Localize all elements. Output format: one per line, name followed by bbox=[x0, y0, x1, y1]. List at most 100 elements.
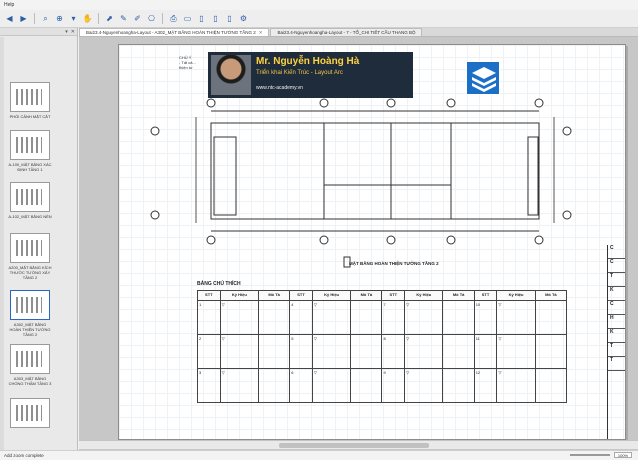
zoom-level[interactable]: 100% bbox=[614, 452, 632, 458]
table-row: 1 ▽ 4 ▽ 7 ▽ 10 ▽ bbox=[197, 300, 568, 335]
tab-label: Bai23.4-Nguyenhoangha-Layout - A302_MẶT … bbox=[86, 30, 256, 35]
cell-desc bbox=[534, 334, 568, 369]
title-block-cell: T bbox=[608, 273, 625, 287]
thumbnail-image bbox=[10, 290, 50, 320]
legend-grid: STT Ký Hiệu Mô Tả STT Ký Hiệu Mô Tả STT … bbox=[197, 290, 568, 403]
col-header: Mô Tả bbox=[350, 290, 383, 301]
cell-symbol: ▽ bbox=[404, 368, 444, 403]
cell-symbol: ▽ bbox=[219, 300, 260, 335]
table-row: 2 ▽ 5 ▽ 8 ▽ 11 ▽ bbox=[197, 334, 568, 369]
thumbnail-5[interactable]: A302_MẶT BẰNG HOÀN THIỆN TƯỜNG TẦNG 2 bbox=[8, 290, 52, 337]
col-header: STT bbox=[197, 290, 221, 301]
toolbar-separator bbox=[98, 13, 99, 24]
cell-desc bbox=[350, 334, 383, 369]
title-block-cell: C bbox=[608, 301, 625, 315]
cell-stt: 1 bbox=[197, 300, 221, 335]
sheet-icon[interactable]: ▯ bbox=[224, 13, 235, 24]
cell-desc bbox=[258, 334, 291, 369]
sheet-icon[interactable]: ▯ bbox=[210, 13, 221, 24]
zoom-slider[interactable] bbox=[570, 453, 610, 456]
cell-symbol: ▽ bbox=[311, 334, 352, 369]
stamp-icon[interactable]: ⎔ bbox=[146, 13, 157, 24]
legend-table: BẢNG CHÚ THÍCH STT Ký Hiệu Mô Tả STT Ký … bbox=[197, 281, 568, 433]
col-header: STT bbox=[381, 290, 406, 301]
col-header: Ký Hiệu bbox=[219, 290, 260, 301]
cell-stt: 9 bbox=[381, 368, 406, 403]
scroll-thumb[interactable] bbox=[279, 443, 429, 448]
table-header-row: STT Ký Hiệu Mô Tả STT Ký Hiệu Mô Tả STT … bbox=[197, 290, 568, 301]
pane-header: ▾ ✕ bbox=[0, 28, 77, 36]
cell-stt: 3 bbox=[197, 368, 221, 403]
cell-desc bbox=[350, 300, 383, 335]
cell-stt: 2 bbox=[197, 334, 221, 369]
col-header: Mô Tả bbox=[534, 290, 568, 301]
cell-symbol: ▽ bbox=[219, 334, 260, 369]
status-right: 100% bbox=[570, 451, 632, 458]
hand-icon[interactable]: ✋ bbox=[82, 13, 93, 24]
thumbnail-3[interactable]: A-102_MẶT BẰNG NỀN bbox=[8, 182, 52, 219]
back-icon[interactable]: ◀ bbox=[4, 13, 15, 24]
title-block-cell: C bbox=[608, 245, 625, 259]
toolbar-separator bbox=[162, 13, 163, 24]
title-block-cell: H bbox=[608, 315, 625, 329]
title-block-cell: K bbox=[608, 329, 625, 343]
title-block-cell: T bbox=[608, 357, 625, 371]
tab-layout-a302[interactable]: Bai23.4-Nguyenhoangha-Layout - A302_MẶT … bbox=[79, 28, 270, 36]
table-row: 3 ▽ 6 ▽ 9 ▽ 12 ▽ bbox=[197, 368, 568, 403]
thumbnail-caption: PHỐI CẢNH MẶT CẮT bbox=[9, 114, 51, 119]
tab-label: Bai23.4-Nguyenhoangha-Layout - 7 - TỔ_CH… bbox=[277, 30, 416, 35]
print-icon[interactable]: ⎙ bbox=[168, 13, 179, 24]
thumbnail-2[interactable]: A-100_MẶT BẰNG XÁC ĐỊNH TẦNG 1 bbox=[8, 130, 52, 172]
cell-stt: 10 bbox=[473, 300, 498, 335]
pane-scrollbar[interactable] bbox=[0, 37, 4, 452]
cell-stt: 12 bbox=[473, 368, 498, 403]
new-sheet-icon[interactable]: ▭ bbox=[182, 13, 193, 24]
cell-desc bbox=[534, 300, 568, 335]
thumbnail-image bbox=[10, 233, 50, 263]
col-header: Ký Hiệu bbox=[496, 290, 536, 301]
pen-icon[interactable]: ✎ bbox=[118, 13, 129, 24]
thumbnail-image bbox=[10, 182, 50, 212]
view-title: MẶT BẰNG HOÀN THIỆN TƯỜNG TẦNG 2 bbox=[349, 261, 439, 266]
col-header: Mô Tả bbox=[442, 290, 475, 301]
thumbnail-caption: A-102_MẶT BẰNG NỀN bbox=[8, 214, 52, 219]
sheet-thumbnail-pane: ▾ ✕ PHỐI CẢNH MẶT CẮT A-100_MẶT BẰNG XÁC… bbox=[0, 28, 78, 452]
author-banner: Mr. Nguyễn Hoàng Hà Triển khai Kiến Trúc… bbox=[208, 52, 500, 98]
close-icon[interactable]: ✕ bbox=[259, 30, 263, 35]
forward-icon[interactable]: ▶ bbox=[18, 13, 29, 24]
cell-symbol: ▽ bbox=[496, 300, 536, 335]
thumbnail-caption: A200_MẶT BẰNG KÍCH THƯỚC TƯỜNG XÂY TẦNG … bbox=[8, 265, 52, 280]
author-website: www.ntc-academy.vn bbox=[256, 85, 303, 91]
thumbnail-caption: A302_MẶT BẰNG HOÀN THIỆN TƯỜNG TẦNG 2 bbox=[9, 322, 51, 337]
search-icon[interactable]: ⌕ bbox=[40, 13, 51, 24]
tab-layout-stair[interactable]: Bai23.4-Nguyenhoangha-Layout - 7 - TỔ_CH… bbox=[270, 28, 423, 36]
title-block-cell: K bbox=[608, 287, 625, 301]
thumbnail-4[interactable]: A200_MẶT BẰNG KÍCH THƯỚC TƯỜNG XÂY TẦNG … bbox=[8, 233, 52, 280]
horizontal-scrollbar[interactable] bbox=[79, 440, 638, 449]
toolbar-separator bbox=[34, 13, 35, 24]
title-block-cell: C bbox=[608, 259, 625, 273]
legend-title: BẢNG CHÚ THÍCH bbox=[197, 281, 241, 287]
cell-symbol: ▽ bbox=[311, 300, 352, 335]
menu-help[interactable]: Help bbox=[4, 2, 14, 8]
dropdown-icon[interactable]: ▾ bbox=[68, 13, 79, 24]
sheet-icon[interactable]: ▯ bbox=[196, 13, 207, 24]
thumbnail-1[interactable]: PHỐI CẢNH MẶT CẮT bbox=[8, 82, 52, 119]
thumbnail-6[interactable]: A303_MẶT BẰNG CHỐNG THẤM TẦNG 3 bbox=[8, 344, 52, 386]
select-icon[interactable]: ⬈ bbox=[104, 13, 115, 24]
close-icon[interactable]: ✕ bbox=[71, 29, 75, 35]
marker-icon[interactable]: ✐ bbox=[132, 13, 143, 24]
thumbnail-image bbox=[10, 82, 50, 112]
settings-icon[interactable]: ⚙ bbox=[238, 13, 249, 24]
toolbar: ◀ ▶ ⌕ ⊕ ▾ ✋ ⬈ ✎ ✐ ⎔ ⎙ ▭ ▯ ▯ ▯ ⚙ bbox=[0, 10, 638, 28]
cell-desc bbox=[442, 368, 475, 403]
pin-icon[interactable]: ▾ bbox=[65, 29, 68, 35]
thumbnail-7[interactable] bbox=[8, 398, 52, 430]
status-bar: Add zoom complete 100% bbox=[0, 450, 638, 460]
col-header: Ký Hiệu bbox=[404, 290, 444, 301]
zoom-icon[interactable]: ⊕ bbox=[54, 13, 65, 24]
cell-stt: 11 bbox=[473, 334, 498, 369]
drawing-sheet[interactable]: CHỦ Ý- Tất cả... thiện tư MẶT BẰNG HOÀN … bbox=[118, 44, 626, 440]
cell-stt: 8 bbox=[381, 334, 406, 369]
cell-symbol: ▽ bbox=[496, 368, 536, 403]
